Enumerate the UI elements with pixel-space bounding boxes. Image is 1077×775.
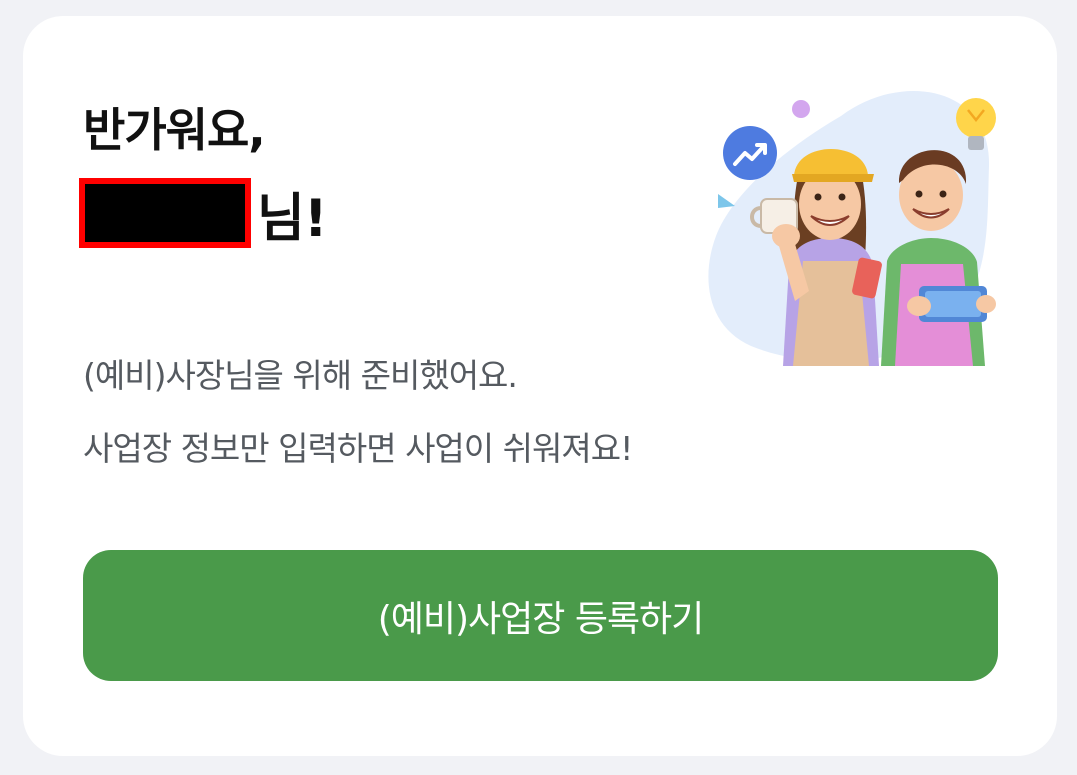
trend-up-icon	[723, 126, 777, 180]
greeting-name-suffix: 님!	[257, 188, 328, 249]
description-line-2: 사업장 정보만 입력하면 사업이 쉬워져요!	[83, 429, 633, 468]
greeting-name-row: 님!	[79, 178, 328, 249]
register-business-button[interactable]: (예비)사업장 등록하기	[83, 550, 998, 681]
welcome-card: 반가워요, 님! (예비)사장님을 위해 준비했어요. 사업장 정보만 입력하면…	[23, 16, 1057, 756]
shop-owners-illustration	[708, 90, 996, 366]
description-line-1: (예비)사장님을 위해 준비했어요.	[83, 356, 518, 395]
user-name-redacted	[79, 178, 251, 248]
greeting-title: 반가워요,	[83, 103, 266, 157]
